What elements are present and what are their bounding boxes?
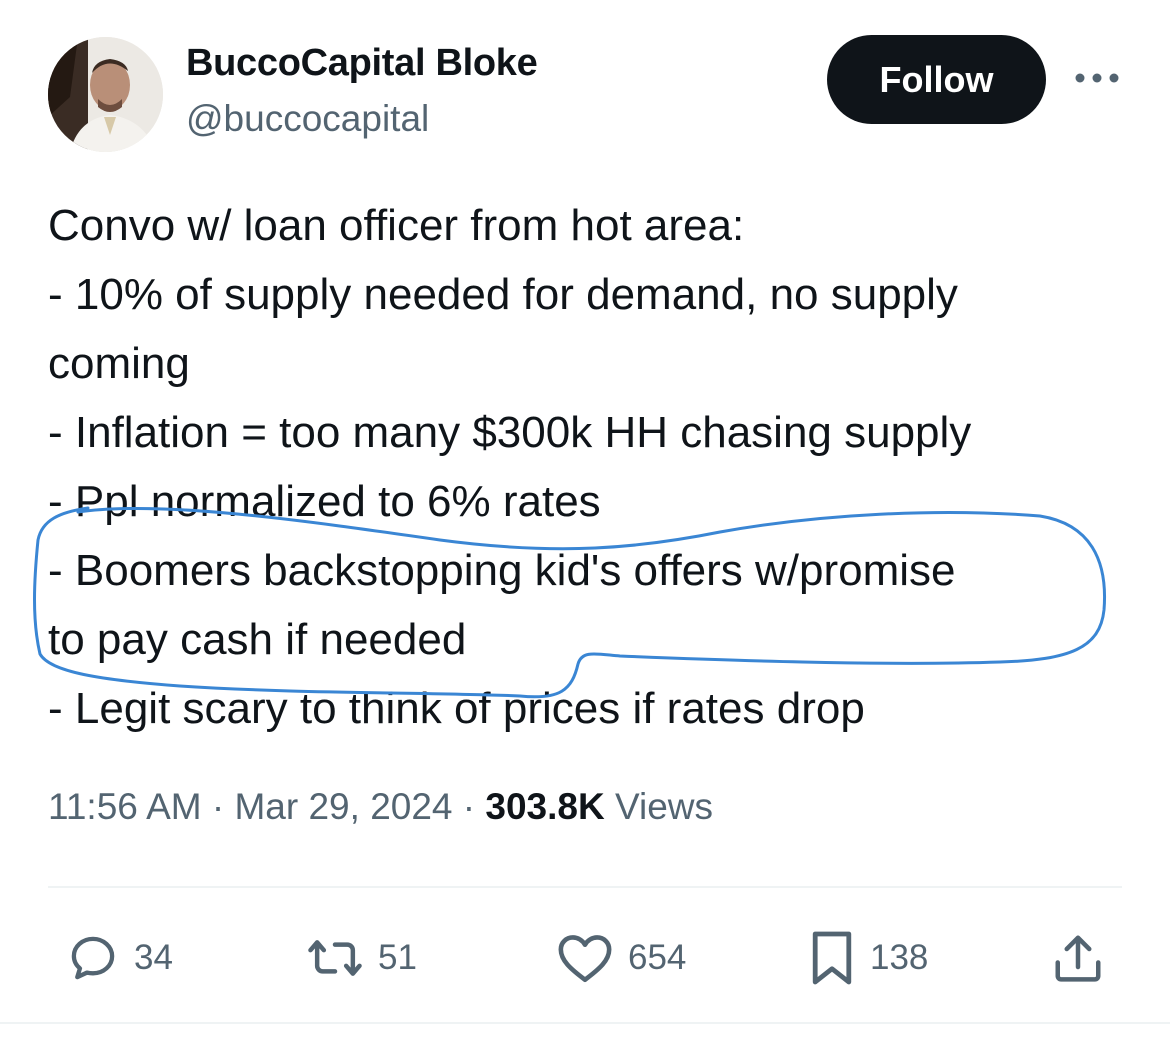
divider xyxy=(48,886,1122,888)
bookmark-icon xyxy=(812,931,852,985)
retweet-count: 51 xyxy=(378,938,417,977)
bottom-divider xyxy=(0,1022,1170,1024)
reply-button[interactable]: 34 xyxy=(66,928,173,988)
share-icon xyxy=(1055,935,1101,982)
views-count: 303.8K xyxy=(485,786,605,827)
tweet-line: - Inflation = too many $300k HH chasing … xyxy=(48,408,972,457)
retweet-button[interactable]: 51 xyxy=(306,928,417,988)
avatar[interactable] xyxy=(48,37,163,152)
share-button[interactable] xyxy=(1052,928,1104,988)
more-icon[interactable] xyxy=(1073,60,1121,96)
tweet-date[interactable]: Mar 29, 2024 xyxy=(234,786,452,827)
tweet-text: Convo w/ loan officer from hot area: - 1… xyxy=(48,191,1138,743)
tweet-line: to pay cash if needed xyxy=(48,615,467,664)
tweet-meta: 11:56 AM · Mar 29, 2024 · 303.8K Views xyxy=(48,786,713,828)
follow-button[interactable]: Follow xyxy=(827,35,1046,124)
bookmark-button[interactable]: 138 xyxy=(808,928,928,988)
tweet-line: - Ppl normalized to 6% rates xyxy=(48,477,601,526)
retweet-icon xyxy=(308,940,362,976)
heart-icon xyxy=(558,935,612,983)
meta-separator: · xyxy=(211,786,225,827)
tweet-line: coming xyxy=(48,339,190,388)
bookmark-count: 138 xyxy=(870,938,929,977)
tweet-line: Convo w/ loan officer from hot area: xyxy=(48,201,745,250)
tweet-time[interactable]: 11:56 AM xyxy=(48,786,202,827)
tweet-line: - Legit scary to think of prices if rate… xyxy=(48,684,865,733)
tweet-line: - 10% of supply needed for demand, no su… xyxy=(48,270,958,319)
tweet-line: - Boomers backstopping kid's offers w/pr… xyxy=(48,546,956,595)
user-handle[interactable]: @buccocapital xyxy=(186,98,429,140)
reply-count: 34 xyxy=(134,938,173,977)
reply-icon xyxy=(71,936,115,980)
like-button[interactable]: 654 xyxy=(556,928,686,988)
display-name[interactable]: BuccoCapital Bloke xyxy=(186,42,538,85)
meta-separator: · xyxy=(462,786,476,827)
views-label: Views xyxy=(615,786,714,827)
avatar-image xyxy=(48,37,163,152)
like-count: 654 xyxy=(628,938,687,977)
